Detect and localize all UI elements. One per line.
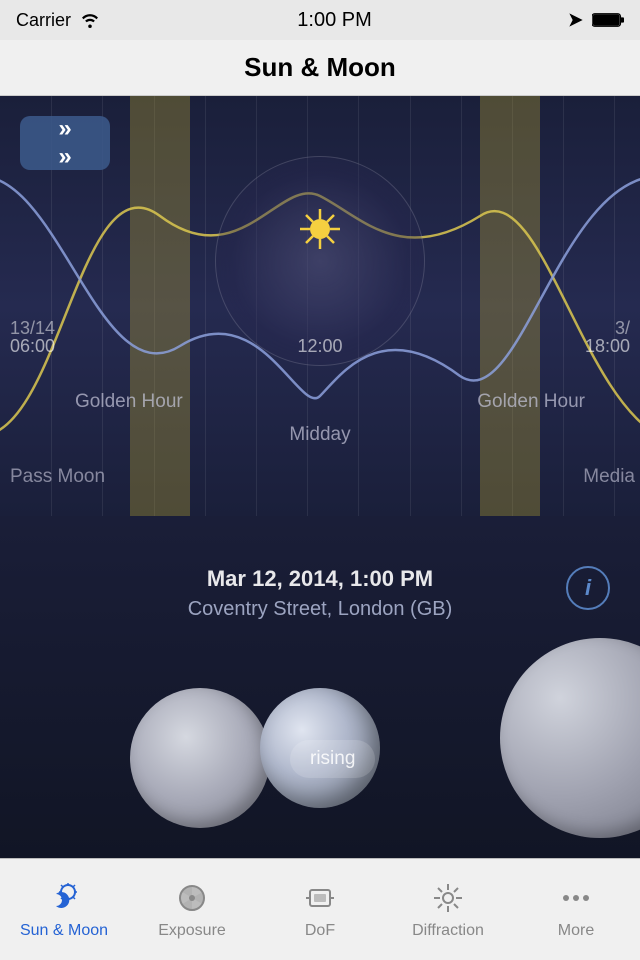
carrier-label: Carrier: [16, 10, 71, 31]
golden-hour-label-right: Golden Hour: [477, 391, 585, 413]
date-time-display: Mar 12, 2014, 1:00 PM: [188, 566, 453, 592]
exposure-tab-icon: [174, 880, 210, 916]
diffraction-tab-icon: [430, 880, 466, 916]
time-label-12: 12:00: [297, 336, 342, 357]
tab-dof-label: DoF: [305, 922, 335, 940]
tab-exposure[interactable]: Exposure: [128, 859, 256, 960]
tab-more-label: More: [558, 922, 594, 940]
sun-moon-tab-icon: [46, 880, 82, 916]
location-icon: [568, 12, 584, 28]
date-location: Mar 12, 2014, 1:00 PM Coventry Street, L…: [188, 566, 453, 621]
media-label: Media: [583, 466, 635, 488]
main-content: 13/14 3/ 06:00 12:00 18:00 Golden Hour G…: [0, 96, 640, 858]
dof-tab-icon: [302, 880, 338, 916]
tab-diffraction[interactable]: Diffraction: [384, 859, 512, 960]
nav-title: Sun & Moon: [244, 52, 396, 83]
tab-more[interactable]: More: [512, 859, 640, 960]
pass-moon-label: Pass Moon: [10, 466, 105, 488]
more-tab-icon: [558, 880, 594, 916]
status-time: 1:00 PM: [297, 9, 371, 32]
golden-hour-label-left: Golden Hour: [75, 391, 183, 413]
tab-exposure-label: Exposure: [158, 922, 226, 940]
time-labels: 06:00 12:00 18:00: [0, 336, 640, 357]
nav-bar: Sun & Moon: [0, 40, 640, 96]
status-bar: Carrier 1:00 PM: [0, 0, 640, 40]
sun-icon: [295, 204, 345, 254]
tab-dof[interactable]: DoF: [256, 859, 384, 960]
tab-sun-moon[interactable]: Sun & Moon: [0, 859, 128, 960]
time-label-18: 18:00: [585, 336, 630, 357]
left-sphere: [130, 688, 270, 828]
status-left: Carrier: [16, 10, 101, 31]
tab-diffraction-label: Diffraction: [412, 922, 484, 940]
status-right: [568, 12, 624, 28]
tab-sun-moon-label: Sun & Moon: [20, 922, 108, 940]
time-label-06: 06:00: [10, 336, 55, 357]
rising-badge: rising: [290, 740, 375, 778]
tab-bar: Sun & Moon Exposure DoF: [0, 858, 640, 960]
battery-icon: [592, 12, 624, 28]
rising-label: rising: [310, 748, 355, 769]
info-button[interactable]: i: [566, 566, 610, 610]
location-display: Coventry Street, London (GB): [188, 598, 453, 621]
midday-label: Midday: [289, 424, 350, 446]
collapse-button[interactable]: »»: [20, 116, 110, 170]
info-icon: i: [585, 575, 591, 601]
wifi-icon: [79, 12, 101, 28]
chevrons-icon: »»: [58, 115, 71, 171]
